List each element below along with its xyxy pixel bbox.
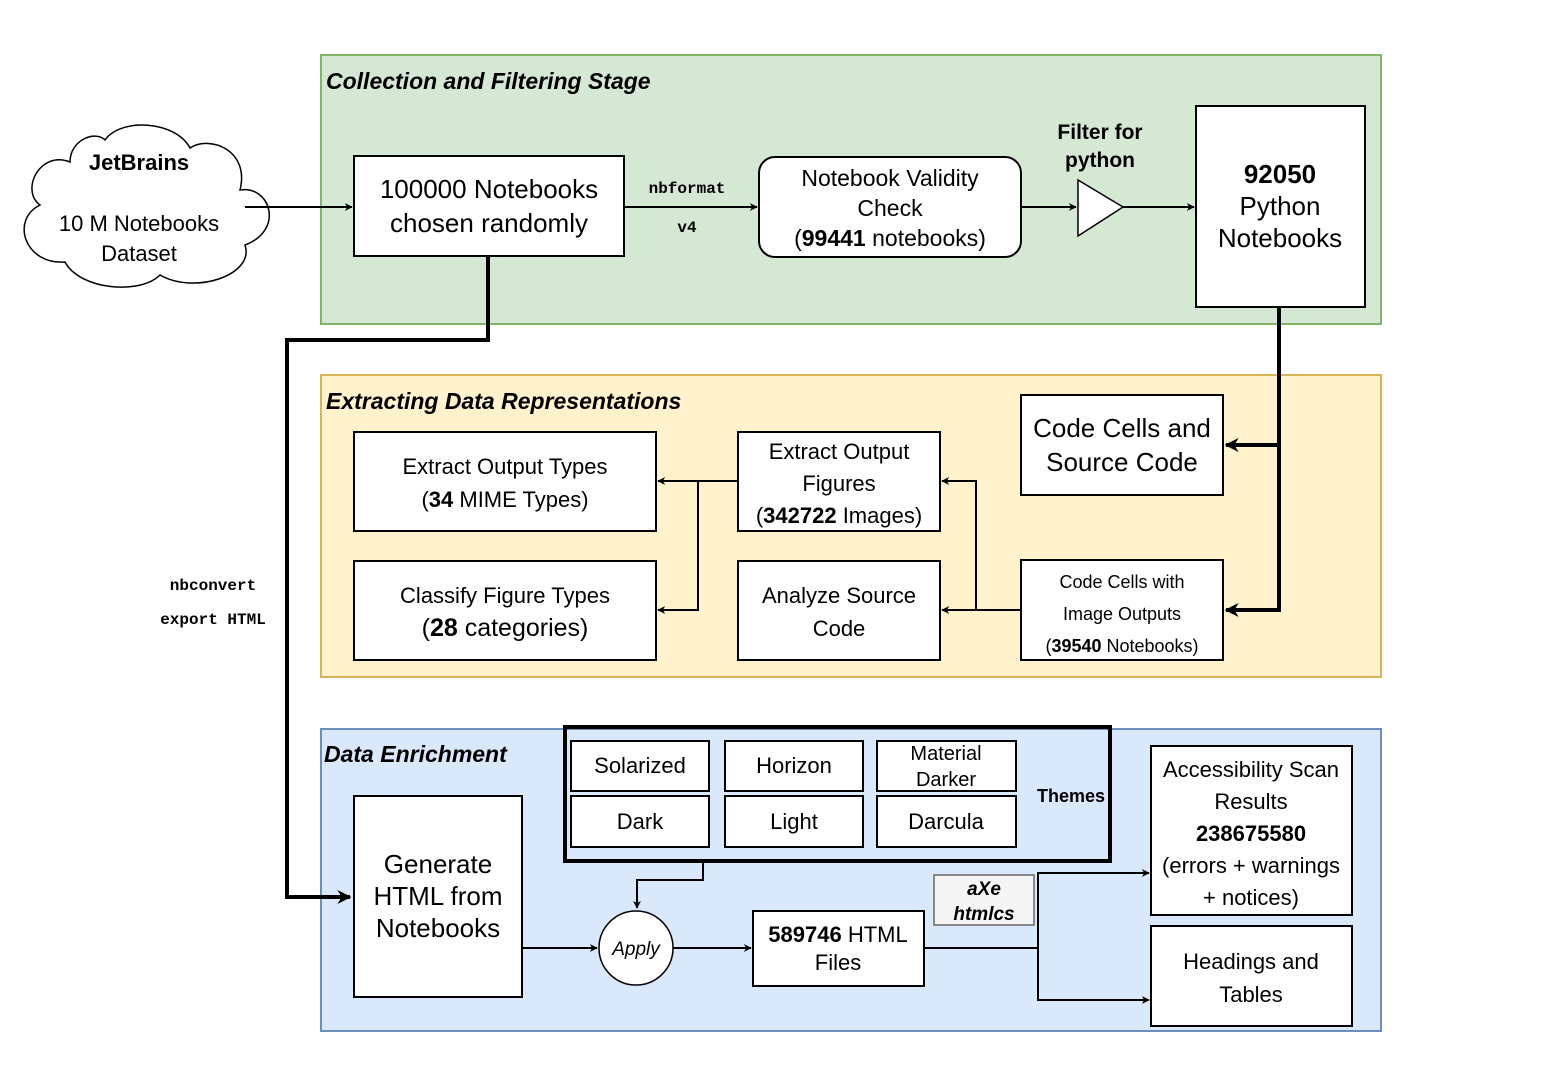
svg-text:Dark: Dark xyxy=(617,809,664,834)
theme-material-darker: Material Darker xyxy=(876,740,1017,792)
generate-html-node: Generate HTML from Notebooks xyxy=(353,795,523,998)
theme-darcula: Darcula xyxy=(876,795,1017,848)
pipeline-diagram: Collection and Filtering Stage Extractin… xyxy=(23,54,1382,1032)
headings-tables-node: Headings and Tables xyxy=(1150,925,1353,1027)
image-cells-line1: Code Cells with xyxy=(1059,572,1184,592)
random-sample-line1: 100000 Notebooks xyxy=(380,174,598,204)
analyze-line1: Analyze Source xyxy=(762,583,916,608)
jetbrains-dataset-cloud: JetBrains 10 M Notebooks Dataset xyxy=(23,124,270,288)
svg-text:Horizon: Horizon xyxy=(756,753,832,778)
svg-text:Solarized: Solarized xyxy=(594,753,686,778)
output-types-node: Extract Output Types (34 MIME Types) xyxy=(353,431,657,532)
random-sample-node: 100000 Notebooks chosen randomly xyxy=(353,155,625,257)
generate-line3: Notebooks xyxy=(376,913,500,943)
scan-line3: (errors + warnings xyxy=(1162,853,1340,878)
theme-solarized: Solarized xyxy=(570,740,710,792)
filter-line1: Filter for xyxy=(1057,121,1142,144)
nbformat-version-label: v4 xyxy=(677,219,697,237)
code-cells-line2: Source Code xyxy=(1046,447,1198,477)
scan-tools-tag: aXe htmlcs xyxy=(933,874,1035,926)
code-cells-node: Code Cells and Source Code xyxy=(1020,394,1224,496)
scan-line2: Results xyxy=(1214,789,1287,814)
validity-line1: Notebook Validity xyxy=(801,165,979,191)
html-files-node: 589746 HTML Files xyxy=(752,910,925,987)
generate-line1: Generate xyxy=(384,849,492,879)
classify-figures-node: Classify Figure Types (28 categories) xyxy=(353,560,657,661)
output-types-line1: Extract Output Types xyxy=(402,454,607,479)
validity-line2: Check xyxy=(857,195,923,221)
figures-line3: (342722 Images) xyxy=(756,503,922,528)
image-cells-line3: (39540 Notebooks) xyxy=(1045,636,1198,656)
theme-light: Light xyxy=(724,795,864,848)
random-sample-line2: chosen randomly xyxy=(390,208,588,238)
extract-figures-node: Extract Output Figures (342722 Images) xyxy=(737,431,941,532)
svg-text:Darker: Darker xyxy=(916,769,976,791)
generate-line2: HTML from xyxy=(373,881,502,911)
filter-line2: python xyxy=(1065,149,1135,172)
image-cells-node: Code Cells with Image Outputs (39540 Not… xyxy=(1020,559,1224,661)
python-line1: Python xyxy=(1240,191,1321,221)
output-types-line2: (34 MIME Types) xyxy=(421,487,588,512)
html-files-line1: 589746 HTML xyxy=(768,922,907,947)
apply-node: Apply xyxy=(598,910,674,986)
svg-text:Darcula: Darcula xyxy=(908,809,985,834)
classify-line2: (28 categories) xyxy=(422,614,589,642)
accessibility-scan-node: Accessibility Scan Results 238675580 (er… xyxy=(1150,745,1353,916)
headings-line2: Tables xyxy=(1219,982,1283,1007)
code-cells-line1: Code Cells and xyxy=(1033,413,1211,443)
tool-htmlcs: htmlcs xyxy=(953,904,1014,925)
python-count: 92050 xyxy=(1244,159,1316,189)
scan-count: 238675580 xyxy=(1196,821,1306,846)
themes-label: Themes xyxy=(1037,786,1105,806)
headings-line1: Headings and xyxy=(1183,949,1319,974)
figures-line2: Figures xyxy=(802,471,875,496)
collection-stage-title: Collection and Filtering Stage xyxy=(326,68,651,94)
scan-line1: Accessibility Scan xyxy=(1163,757,1339,782)
svg-text:Material: Material xyxy=(910,743,981,765)
python-line2: Notebooks xyxy=(1218,223,1342,253)
analyze-source-node: Analyze Source Code xyxy=(737,560,941,661)
apply-label: Apply xyxy=(611,939,661,960)
nbconvert-label: nbconvert xyxy=(170,577,256,595)
svg-text:Light: Light xyxy=(770,809,818,834)
classify-line1: Classify Figure Types xyxy=(400,583,610,608)
image-cells-line2: Image Outputs xyxy=(1063,604,1181,624)
python-notebooks-node: 92050 Python Notebooks xyxy=(1195,105,1366,308)
theme-horizon: Horizon xyxy=(724,740,864,792)
analyze-line2: Code xyxy=(813,616,866,641)
theme-dark: Dark xyxy=(570,795,710,848)
enrichment-stage-title: Data Enrichment xyxy=(324,741,508,767)
validity-check-node: Notebook Validity Check (99441 notebooks… xyxy=(758,156,1022,258)
figures-line1: Extract Output xyxy=(769,439,910,464)
validity-count: 99441 xyxy=(802,225,866,251)
source-line1: 10 M Notebooks xyxy=(59,211,219,236)
validity-line3: (99441 notebooks) xyxy=(794,225,986,251)
export-html-label: export HTML xyxy=(160,611,266,629)
html-files-line2: Files xyxy=(815,950,861,975)
tool-axe: aXe xyxy=(967,879,1001,900)
source-line2: Dataset xyxy=(101,241,177,266)
scan-line4: + notices) xyxy=(1203,885,1299,910)
extracting-stage-title: Extracting Data Representations xyxy=(326,388,681,414)
source-title: JetBrains xyxy=(89,150,189,175)
nbformat-label: nbformat xyxy=(649,180,726,198)
